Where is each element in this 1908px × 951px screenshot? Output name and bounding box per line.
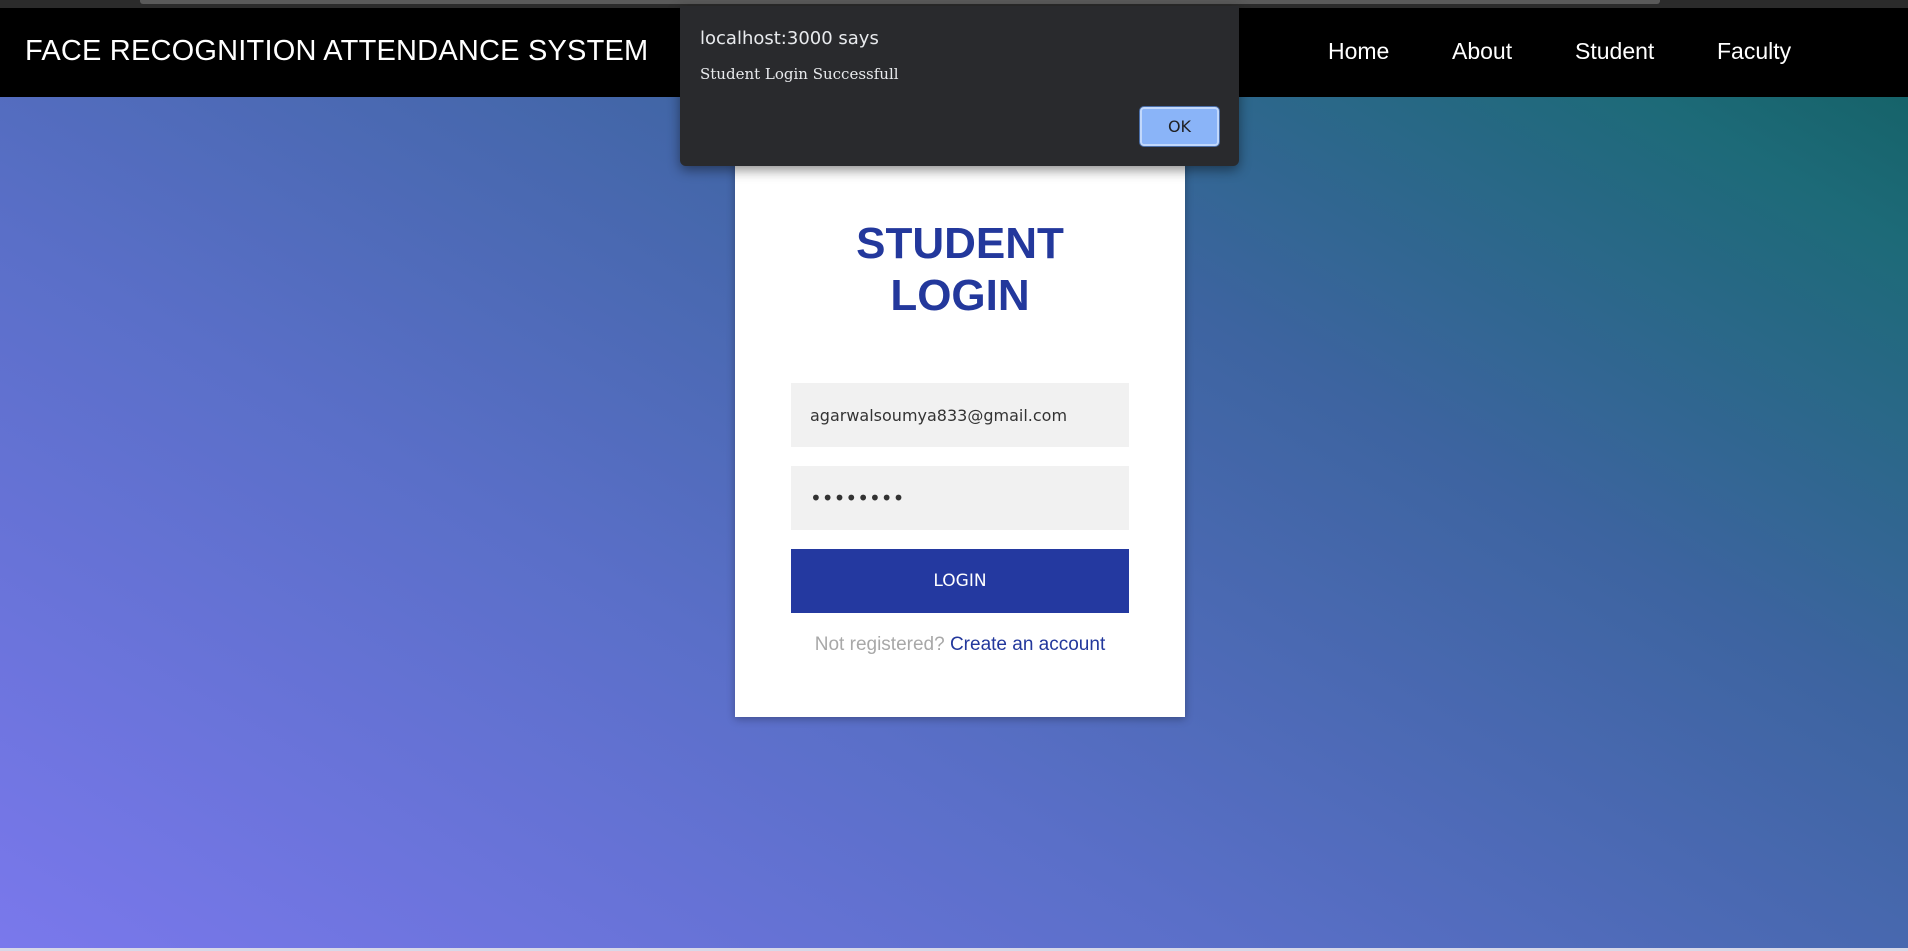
- alert-dialog-title: localhost:3000 says: [700, 28, 879, 49]
- login-card: STUDENT LOGIN LOGIN Not registered? Crea…: [735, 160, 1185, 717]
- browser-tab-scroll: [140, 0, 1660, 4]
- brand-title: FACE RECOGNITION ATTENDANCE SYSTEM: [25, 35, 649, 67]
- ok-button[interactable]: OK: [1140, 107, 1219, 146]
- login-title-line2: LOGIN: [890, 271, 1030, 320]
- password-field[interactable]: [791, 466, 1129, 530]
- nav-link-home[interactable]: Home: [1328, 38, 1389, 65]
- login-button[interactable]: LOGIN: [791, 549, 1129, 613]
- register-prompt: Not registered? Create an account: [735, 634, 1185, 656]
- create-account-link[interactable]: Create an account: [950, 634, 1105, 655]
- email-field[interactable]: [791, 383, 1129, 447]
- alert-dialog: localhost:3000 says Student Login Succes…: [680, 6, 1239, 166]
- login-title-line1: STUDENT: [856, 219, 1064, 268]
- login-title: STUDENT LOGIN: [735, 218, 1185, 322]
- nav-link-about[interactable]: About: [1452, 38, 1512, 65]
- alert-dialog-message: Student Login Successfull: [700, 65, 899, 83]
- nav-link-student[interactable]: Student: [1575, 38, 1654, 65]
- register-prompt-text: Not registered?: [814, 634, 945, 655]
- nav-link-faculty[interactable]: Faculty: [1717, 38, 1791, 65]
